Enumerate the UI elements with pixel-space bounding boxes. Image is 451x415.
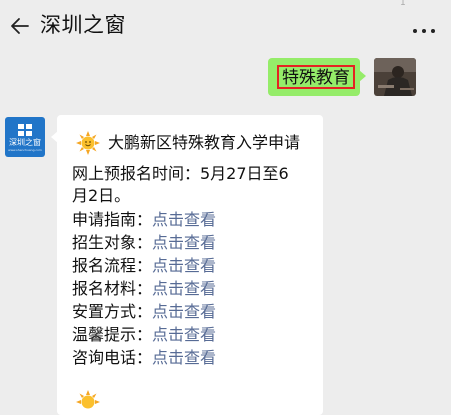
view-link[interactable]: 点击查看 [152, 210, 216, 229]
list-item: 报名流程：点击查看 [72, 255, 216, 277]
official-account-avatar[interactable]: 深圳之窗 www.shenchuang.com [5, 117, 45, 157]
item-label: 招生对象： [72, 233, 153, 252]
logo-name: 深圳之窗 [9, 138, 41, 147]
list-item: 温馨提示：点击查看 [72, 324, 216, 346]
item-label: 安置方式： [72, 302, 153, 321]
list-item: 报名材料：点击查看 [72, 278, 216, 300]
top-fragment-text: 1 [400, 0, 406, 8]
item-label: 温馨提示： [72, 325, 153, 344]
chat-title: 深圳之窗 [40, 13, 126, 37]
more-icon[interactable] [411, 28, 437, 34]
list-item: 申请指南：点击查看 [72, 209, 216, 231]
view-link[interactable]: 点击查看 [152, 233, 216, 252]
message-heading: 大鹏新区特殊教育入学申请 [108, 133, 301, 152]
item-label: 报名材料： [72, 279, 153, 298]
item-label: 申请指南： [72, 210, 153, 229]
user-avatar-photo [374, 58, 416, 96]
received-bubble-tail [51, 131, 58, 143]
registration-time-line-1: 网上预报名时间：5月27日至6 [72, 164, 289, 183]
list-item: 咨询电话：点击查看 [72, 347, 216, 369]
view-link[interactable]: 点击查看 [152, 302, 216, 321]
logo-url: www.shenchuang.com [8, 148, 42, 152]
chat-header: 深圳之窗 1 [0, 0, 451, 54]
back-arrow-icon[interactable] [8, 14, 32, 38]
list-item: 招生对象：点击查看 [72, 232, 216, 254]
view-link[interactable]: 点击查看 [152, 256, 216, 275]
item-label: 报名流程： [72, 256, 153, 275]
view-link[interactable]: 点击查看 [152, 325, 216, 344]
view-link[interactable]: 点击查看 [152, 279, 216, 298]
sent-message-text: 特殊教育 [277, 65, 355, 89]
sent-bubble-tail [359, 70, 366, 82]
sun-emoji-icon [76, 131, 100, 155]
window-logo-icon [18, 124, 32, 136]
registration-time-line-2: 月2日。 [72, 186, 131, 205]
list-item: 安置方式：点击查看 [72, 301, 216, 323]
sun-emoji-icon [76, 390, 100, 409]
user-avatar[interactable] [374, 58, 416, 96]
item-label: 咨询电话： [72, 348, 153, 367]
view-link[interactable]: 点击查看 [152, 348, 216, 367]
